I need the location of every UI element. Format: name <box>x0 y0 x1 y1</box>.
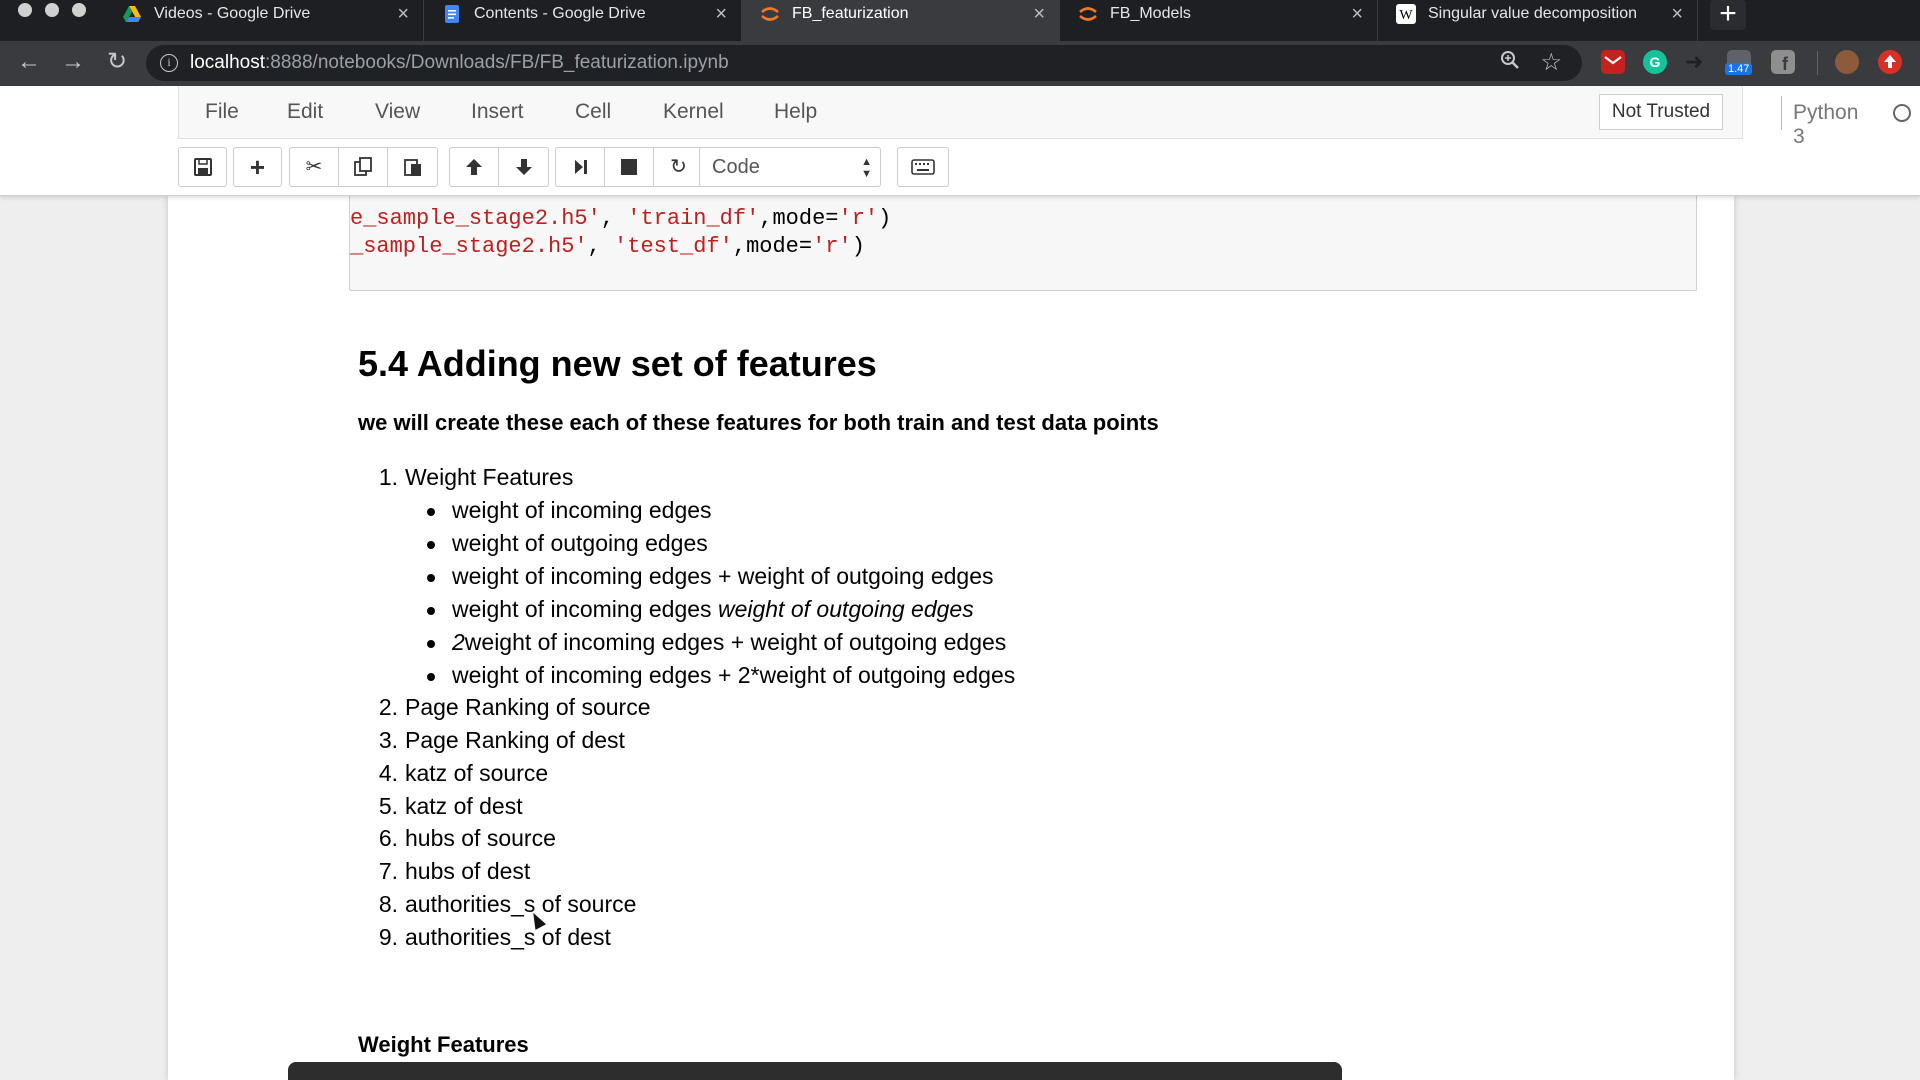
keyboard-icon[interactable] <box>898 148 948 186</box>
close-icon[interactable]: × <box>1671 2 1683 26</box>
jupyter-icon <box>1079 7 1097 21</box>
menu-help[interactable]: Help <box>774 100 817 124</box>
browser-tab-fb-featurization[interactable]: FB_featurization × <box>742 0 1060 41</box>
browser-tab-strip: Videos - Google Drive × Contents - Googl… <box>0 0 1920 41</box>
section-heading: 5.4 Adding new set of features <box>358 343 877 384</box>
kernel-idle-icon <box>1893 104 1911 122</box>
site-info-icon[interactable]: i <box>160 54 178 72</box>
browser-tab-svd[interactable]: W Singular value decomposition × <box>1378 0 1698 41</box>
svg-text:G: G <box>1650 54 1661 70</box>
grammarly-extension-icon[interactable]: G <box>1643 50 1667 74</box>
menu-insert[interactable]: Insert <box>471 100 524 124</box>
tab-title: Contents - Google Drive <box>474 5 646 22</box>
gmail-extension-icon[interactable] <box>1601 50 1625 74</box>
menu-view[interactable]: View <box>375 100 420 124</box>
url-text[interactable]: localhost:8888/notebooks/Downloads/FB/FB… <box>190 52 729 74</box>
run-group: ↻ <box>555 147 704 187</box>
address-bar[interactable]: i localhost:8888/notebooks/Downloads/FB/… <box>146 45 1582 81</box>
code-line: _sample_stage2.h5', 'test_df',mode='r') <box>350 234 865 259</box>
wikipedia-icon: W <box>1396 4 1416 24</box>
cut-icon[interactable]: ✂ <box>290 148 339 186</box>
tab-title: Singular value decomposition <box>1428 5 1638 22</box>
tab-title: FB_Models <box>1110 5 1191 22</box>
browser-toolbar: ← → ↻ i localhost:8888/notebooks/Downloa… <box>0 41 1920 86</box>
forward-arrow-icon[interactable]: → <box>58 47 88 77</box>
google-docs-icon <box>445 5 459 23</box>
svg-text:W: W <box>1399 8 1413 23</box>
kernel-name: Python 3 <box>1793 101 1859 148</box>
menu-kernel[interactable]: Kernel <box>663 100 724 124</box>
run-step-icon[interactable] <box>556 148 605 186</box>
code-cell[interactable]: e_sample_stage2.h5', 'train_df',mode='r'… <box>349 189 1697 291</box>
paste-icon[interactable] <box>388 148 437 186</box>
toolbar-divider <box>1817 51 1818 75</box>
not-trusted-button[interactable]: Not Trusted <box>1599 94 1723 130</box>
keyboard-group <box>897 147 949 187</box>
close-icon[interactable]: × <box>1351 2 1363 26</box>
section-lead: we will create these each of these featu… <box>358 410 1159 435</box>
menu-bar: File Edit View Insert Cell Kernel Help N… <box>178 86 1911 148</box>
update-icon[interactable] <box>1878 50 1902 74</box>
zoom-icon[interactable] <box>1500 50 1520 78</box>
browser-tab-fb-models[interactable]: FB_Models × <box>1060 0 1378 41</box>
close-icon[interactable]: × <box>715 2 727 26</box>
save-group <box>178 147 227 187</box>
kernel-divider <box>1781 96 1782 130</box>
window-zoom-dot[interactable] <box>72 3 86 17</box>
select-arrows-icon: ▲ ▼ <box>861 156 872 180</box>
close-icon[interactable]: × <box>1033 2 1045 26</box>
clipboard-group: ✂ <box>289 147 438 187</box>
bookmark-star-icon[interactable]: ☆ <box>1540 48 1562 77</box>
dock-bar <box>288 1062 1342 1080</box>
back-arrow-icon[interactable]: ← <box>14 47 44 77</box>
save-icon[interactable] <box>179 148 226 186</box>
reload-icon[interactable]: ↻ <box>102 47 132 77</box>
tab-title: Videos - Google Drive <box>154 5 311 22</box>
close-icon[interactable]: × <box>397 2 409 26</box>
jupyter-icon <box>761 7 779 21</box>
tab-title: FB_featurization <box>792 5 909 22</box>
menu-file[interactable]: File <box>205 100 239 124</box>
cell-type-value: Code <box>712 156 760 178</box>
cell-type-select[interactable]: Code ▲ ▼ <box>699 147 881 187</box>
jupyter-header: File Edit View Insert Cell Kernel Help N… <box>0 86 1920 196</box>
menu-cell[interactable]: Cell <box>575 100 611 124</box>
window-minimize-dot[interactable] <box>45 3 59 17</box>
extension-badge: 1.47 <box>1725 63 1753 75</box>
move-up-icon[interactable] <box>450 148 499 186</box>
share-arrow-icon[interactable]: ➜ <box>1685 50 1709 74</box>
menu-edit[interactable]: Edit <box>287 100 323 124</box>
code-line: e_sample_stage2.h5', 'train_df',mode='r'… <box>350 206 892 231</box>
move-down-icon[interactable] <box>499 148 548 186</box>
profile-avatar[interactable] <box>1835 50 1859 74</box>
new-tab-button[interactable]: + <box>1710 0 1746 30</box>
subsection-heading: Weight Features <box>358 1032 529 1057</box>
svg-text:f: f <box>1782 54 1789 74</box>
facebook-extension-icon[interactable]: f <box>1771 50 1795 74</box>
google-drive-icon <box>123 6 141 22</box>
copy-icon[interactable] <box>339 148 388 186</box>
insert-group: + <box>233 147 282 187</box>
restart-icon[interactable]: ↻ <box>654 148 703 186</box>
stop-icon[interactable] <box>605 148 654 186</box>
browser-tab-videos[interactable]: Videos - Google Drive × <box>104 0 424 41</box>
extension-counter-icon[interactable]: 1.47 <box>1725 50 1753 75</box>
add-cell-icon[interactable]: + <box>234 148 281 186</box>
browser-tab-contents[interactable]: Contents - Google Drive × <box>424 0 742 41</box>
window-close-dot[interactable] <box>18 3 32 17</box>
move-group <box>449 147 549 187</box>
